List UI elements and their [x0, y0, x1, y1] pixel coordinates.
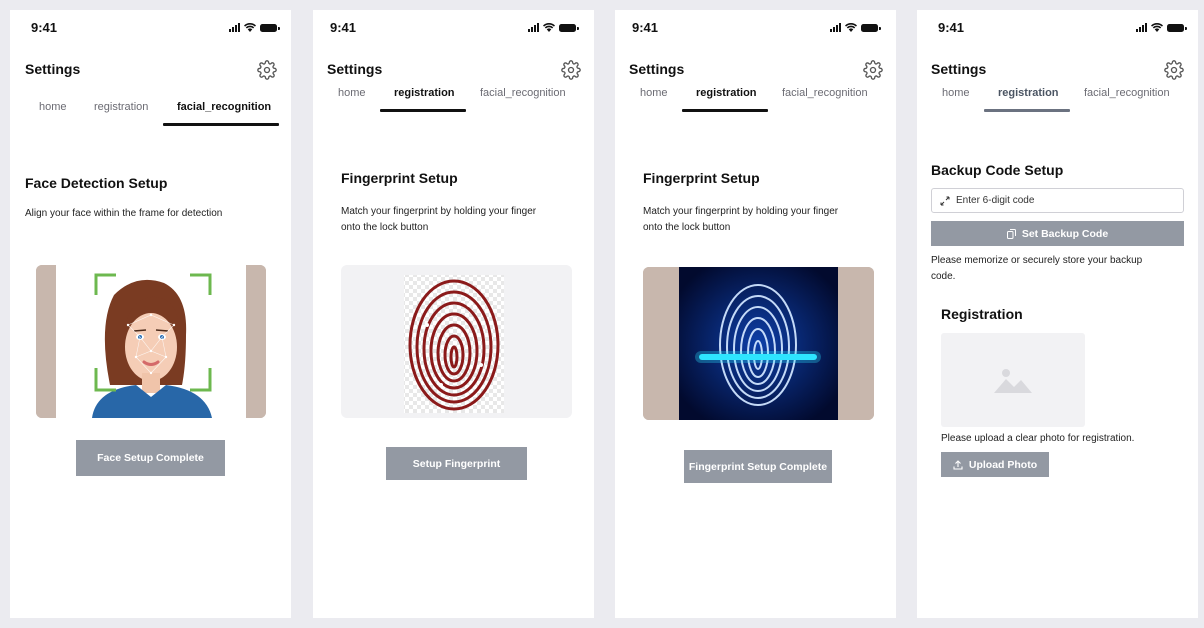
screen-backup-code: 9:41 Settings home registration facial_r… [917, 10, 1198, 618]
set-backup-code-button[interactable]: Set Backup Code [931, 221, 1184, 246]
backup-code-input[interactable]: Enter 6-digit code [931, 188, 1184, 213]
wifi-icon [244, 23, 256, 32]
backup-code-heading: Backup Code Setup [931, 162, 1064, 178]
gear-icon[interactable] [1164, 60, 1184, 80]
tab-active-indicator [163, 123, 279, 126]
face-illustration [36, 265, 266, 418]
section-description: Align your face within the frame for det… [25, 208, 223, 219]
fingerprint-setup-complete-button[interactable]: Fingerprint Setup Complete [684, 450, 832, 483]
tab-facial-recognition[interactable]: facial_recognition [1084, 87, 1170, 99]
section-description-line-1: Match your fingerprint by holding your f… [643, 206, 839, 217]
signal-icon [229, 23, 240, 32]
tab-facial-recognition[interactable]: facial_recognition [782, 87, 868, 99]
backup-code-placeholder: Enter 6-digit code [956, 195, 1035, 206]
signal-icon [830, 23, 841, 32]
upload-note: Please upload a clear photo for registra… [941, 433, 1135, 444]
signal-icon [1136, 23, 1147, 32]
registration-heading: Registration [941, 306, 1023, 322]
screen-fingerprint-setup: 9:41 Settings home registration facial_r… [313, 10, 594, 618]
status-time: 9:41 [938, 20, 965, 35]
tab-active-indicator [682, 109, 768, 112]
page-title: Settings [629, 61, 685, 77]
status-icons [1136, 22, 1187, 32]
section-heading: Face Detection Setup [25, 175, 168, 191]
signal-icon [528, 23, 539, 32]
section-description-line-1: Match your fingerprint by holding your f… [341, 206, 537, 217]
section-heading: Fingerprint Setup [643, 170, 760, 186]
upload-photo-button[interactable]: Upload Photo [941, 452, 1049, 477]
tab-active-indicator [984, 109, 1070, 112]
fingerprint-image [341, 265, 572, 418]
battery-icon [559, 24, 579, 32]
fingerprint-illustration [404, 275, 504, 413]
battery-icon [1167, 24, 1187, 32]
screen-face-detection: 9:41 Settings home registration facial_r… [10, 10, 291, 618]
gear-icon[interactable] [863, 60, 883, 80]
page-title: Settings [931, 61, 987, 77]
photo-placeholder[interactable] [941, 333, 1085, 427]
tab-facial-recognition[interactable]: facial_recognition [480, 87, 566, 99]
tab-facial-recognition[interactable]: facial_recognition [177, 101, 271, 113]
tab-home[interactable]: home [39, 101, 67, 113]
upload-photo-label: Upload Photo [968, 458, 1038, 471]
gear-icon[interactable] [561, 60, 581, 80]
tab-home[interactable]: home [640, 87, 668, 99]
setup-fingerprint-button[interactable]: Setup Fingerprint [386, 447, 527, 480]
upload-icon [953, 459, 963, 470]
status-time: 9:41 [31, 20, 58, 35]
backup-note-line-1: Please memorize or securely store your b… [931, 255, 1143, 266]
battery-icon [861, 24, 881, 32]
tab-registration[interactable]: registration [696, 87, 757, 99]
tab-registration[interactable]: registration [394, 87, 455, 99]
wifi-icon [1151, 23, 1163, 32]
fingerprint-scan-image [643, 267, 874, 420]
page-title: Settings [327, 61, 383, 77]
tab-home[interactable]: home [942, 87, 970, 99]
status-icons [830, 22, 881, 32]
battery-icon [260, 24, 280, 32]
face-setup-complete-button[interactable]: Face Setup Complete [76, 440, 225, 476]
backup-note-line-2: code. [931, 271, 956, 282]
status-time: 9:41 [632, 20, 659, 35]
copy-icon [1006, 228, 1016, 239]
section-description-line-2: onto the lock button [643, 222, 731, 233]
page-title: Settings [25, 61, 81, 77]
fingerprint-scan-illustration [643, 267, 874, 420]
tab-home[interactable]: home [338, 87, 366, 99]
wifi-icon [845, 23, 857, 32]
screen-fingerprint-complete: 9:41 Settings home registration facial_r… [615, 10, 896, 618]
set-backup-code-label: Set Backup Code [1021, 227, 1109, 240]
status-time: 9:41 [330, 20, 357, 35]
status-icons [528, 22, 579, 32]
tab-active-indicator [380, 109, 466, 112]
wifi-icon [543, 23, 555, 32]
section-description-line-2: onto the lock button [341, 222, 429, 233]
image-placeholder-icon [994, 369, 1032, 393]
status-icons [229, 22, 280, 32]
gear-icon[interactable] [257, 60, 277, 80]
expand-icon [940, 196, 950, 205]
section-heading: Fingerprint Setup [341, 170, 458, 186]
face-scan-image [36, 265, 266, 418]
tab-registration[interactable]: registration [94, 101, 148, 113]
tab-registration[interactable]: registration [998, 87, 1059, 99]
